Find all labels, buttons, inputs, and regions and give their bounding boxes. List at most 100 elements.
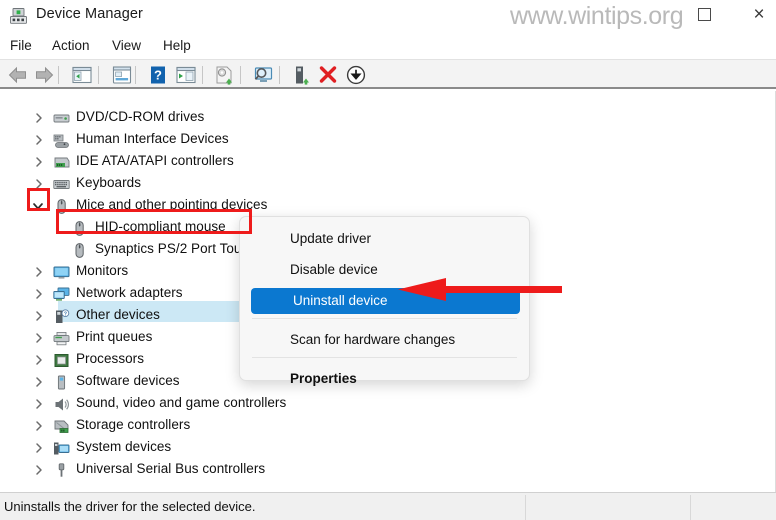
tree-row[interactable]: IDE ATA/ATAPI controllers	[0, 151, 740, 173]
tree-row[interactable]: Human Interface Devices	[0, 129, 740, 151]
device-manager-icon	[9, 7, 28, 25]
tree-row-label: Human Interface Devices	[76, 131, 229, 146]
tree-row[interactable]: Mice and other pointing devices	[0, 195, 740, 217]
site-watermark: www.wintips.org	[510, 2, 684, 30]
context-menu-separator	[252, 357, 517, 358]
restore-button[interactable]	[698, 8, 711, 21]
back-icon[interactable]	[6, 63, 30, 87]
tree-row[interactable]: DVD/CD-ROM drives	[0, 107, 740, 129]
tree-row[interactable]: Universal Serial Bus controllers	[0, 459, 740, 481]
chevron-right-icon[interactable]	[32, 353, 46, 367]
menu-action[interactable]: Action	[46, 35, 96, 56]
toolbar-separator	[240, 66, 241, 84]
menu-view[interactable]: View	[106, 35, 147, 56]
tree-row-label: Universal Serial Bus controllers	[76, 461, 266, 476]
tree-row[interactable]: Storage controllers	[0, 415, 740, 437]
properties-icon[interactable]	[110, 63, 134, 87]
scan-hardware-changes-icon[interactable]	[213, 63, 237, 87]
chevron-down-icon[interactable]	[31, 199, 45, 213]
device-tree-pane[interactable]: DVD/CD-ROM drives Human Interface Device…	[0, 91, 776, 492]
chevron-right-icon[interactable]	[32, 309, 46, 323]
tree-row-label: Mice and other pointing devices	[76, 197, 268, 212]
tree-row[interactable]: Sound, video and game controllers	[0, 393, 740, 415]
menu-file[interactable]: File	[4, 35, 38, 56]
toolbar-separator	[202, 66, 203, 84]
tree-row-label: Processors	[76, 351, 145, 366]
context-menu-item-update-driver[interactable]: Update driver	[248, 226, 523, 252]
tree-row-label: IDE ATA/ATAPI controllers	[76, 153, 234, 168]
keyboard-icon	[53, 176, 70, 193]
tree-row-label: Other devices	[76, 307, 160, 322]
chevron-right-icon[interactable]	[32, 397, 46, 411]
chevron-right-icon[interactable]	[32, 331, 46, 345]
chevron-right-icon[interactable]	[32, 133, 46, 147]
status-divider	[690, 495, 691, 520]
menu-bar: File Action View Help	[0, 33, 776, 58]
devices-by-connection-icon[interactable]	[252, 63, 276, 87]
tree-row[interactable]: System devices	[0, 437, 740, 459]
show-hide-console-tree-icon[interactable]	[70, 63, 94, 87]
chevron-right-icon[interactable]	[32, 265, 46, 279]
menu-help[interactable]: Help	[157, 35, 197, 56]
tree-row-label: Keyboards	[76, 175, 141, 190]
help-icon[interactable]: ?	[146, 63, 170, 87]
dvd-drive-icon	[53, 110, 70, 127]
tree-row-label: System devices	[76, 439, 172, 454]
mouse-icon	[71, 242, 88, 259]
tree-row-label: Software devices	[76, 373, 180, 388]
chevron-right-icon[interactable]	[32, 111, 46, 125]
context-menu[interactable]: Update driver Disable device Uninstall d…	[239, 216, 530, 386]
processor-icon	[53, 352, 70, 369]
context-menu-item-properties[interactable]: Properties	[248, 366, 523, 392]
speaker-icon	[53, 396, 70, 413]
toolbar-separator	[135, 66, 136, 84]
tree-row-label: Network adapters	[76, 285, 183, 300]
status-divider	[525, 495, 526, 520]
mouse-icon	[71, 220, 88, 237]
update-driver-icon[interactable]	[174, 63, 198, 87]
chevron-right-icon[interactable]	[32, 419, 46, 433]
chevron-right-icon[interactable]	[32, 375, 46, 389]
storage-controller-icon	[53, 418, 70, 435]
other-device-icon: ?	[53, 308, 70, 325]
chevron-right-icon[interactable]	[32, 155, 46, 169]
hid-icon	[53, 132, 70, 149]
tree-row-label: Storage controllers	[76, 417, 191, 432]
status-message: Uninstalls the driver for the selected d…	[4, 499, 256, 514]
tree-row-label: Monitors	[76, 263, 129, 278]
disable-device-icon[interactable]	[344, 63, 368, 87]
software-device-icon	[53, 374, 70, 391]
status-bar: Uninstalls the driver for the selected d…	[0, 492, 776, 520]
context-menu-item-disable-device[interactable]: Disable device	[248, 257, 523, 283]
device-manager-window: Device Manager www.wintips.org × File Ac…	[0, 0, 776, 520]
tree-row[interactable]: Keyboards	[0, 173, 740, 195]
usb-icon	[53, 462, 70, 479]
monitor-icon	[53, 264, 70, 281]
tree-row-label: Print queues	[76, 329, 153, 344]
chevron-right-icon[interactable]	[32, 441, 46, 455]
tree-row-label: DVD/CD-ROM drives	[76, 109, 205, 124]
chevron-right-icon[interactable]	[32, 177, 46, 191]
tree-row-label: HID-compliant mouse	[95, 219, 226, 234]
uninstall-device-icon[interactable]	[316, 63, 340, 87]
window-title: Device Manager	[36, 6, 143, 22]
toolbar-separator	[98, 66, 99, 84]
context-menu-separator	[252, 318, 517, 319]
add-legacy-hardware-icon[interactable]	[290, 63, 314, 87]
title-bar: Device Manager www.wintips.org ×	[0, 0, 776, 32]
toolbar-separator	[58, 66, 59, 84]
close-button[interactable]: ×	[744, 2, 774, 28]
context-menu-item-uninstall-device[interactable]: Uninstall device	[251, 288, 520, 314]
svg-text:?: ?	[154, 68, 162, 83]
system-device-icon	[53, 440, 70, 457]
network-adapter-icon	[53, 286, 70, 303]
chevron-right-icon[interactable]	[32, 287, 46, 301]
chevron-right-icon[interactable]	[32, 463, 46, 477]
mouse-icon	[53, 198, 70, 215]
forward-icon[interactable]	[32, 63, 56, 87]
printer-icon	[53, 330, 70, 347]
tree-row-label: Sound, video and game controllers	[76, 395, 287, 410]
toolbar: ?	[0, 59, 776, 89]
context-menu-item-scan-for-hardware-changes[interactable]: Scan for hardware changes	[248, 327, 523, 353]
ide-controller-icon	[53, 154, 70, 171]
